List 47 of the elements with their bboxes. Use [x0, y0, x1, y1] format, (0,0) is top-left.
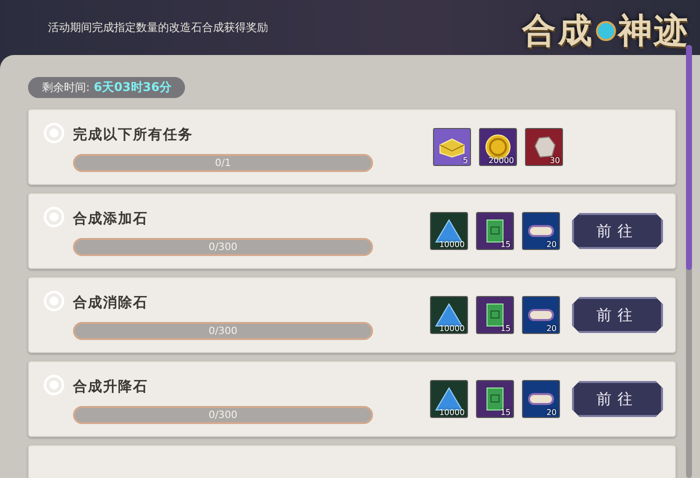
reward-count: 20	[546, 408, 557, 417]
reward-item[interactable]: 20	[522, 296, 560, 334]
scrollbar-track[interactable]	[686, 45, 692, 478]
scrollbar-thumb[interactable]	[686, 45, 692, 270]
reward-item[interactable]: 20	[522, 212, 560, 250]
progress-text: 0/300	[208, 410, 238, 420]
task-title: 合成添加石	[73, 210, 149, 228]
timer-label: 剩余时间:	[42, 80, 90, 95]
progress-text: 0/300	[208, 326, 238, 336]
reward-item[interactable]: 30	[525, 128, 563, 166]
reward-count: 20	[546, 324, 557, 333]
task-title: 完成以下所有任务	[73, 126, 194, 144]
reward-item[interactable]: 20	[522, 380, 560, 418]
reward-count: 15	[500, 240, 511, 249]
reward-item[interactable]: 5	[433, 128, 471, 166]
progress-text: 0/1	[214, 158, 232, 168]
progress-text: 0/300	[208, 242, 238, 252]
task-title: 合成消除石	[73, 294, 149, 312]
reward-item[interactable]: 10000	[430, 212, 468, 250]
reward-count: 20	[546, 240, 557, 249]
reward-count: 5	[462, 156, 468, 165]
target-icon	[43, 290, 65, 312]
target-icon	[43, 374, 65, 396]
event-title: 神迹	[618, 10, 690, 53]
event-description: 活动期间完成指定数量的改造石合成获得奖励	[48, 20, 268, 35]
go-button[interactable]: 前往	[572, 297, 663, 333]
target-icon	[43, 122, 65, 144]
go-button[interactable]: 前往	[572, 213, 663, 249]
reward-count: 10000	[439, 408, 465, 417]
go-button[interactable]: 前往	[572, 381, 663, 417]
reward-item[interactable]: 10000	[430, 296, 468, 334]
reward-count: 20000	[488, 156, 514, 165]
task-title: 合成升降石	[73, 378, 149, 396]
reward-count: 10000	[439, 324, 465, 333]
timer-value: 6天03时36分	[94, 79, 172, 96]
reward-item[interactable]: 10000	[430, 380, 468, 418]
reward-item[interactable]: 15	[476, 296, 514, 334]
reward-count: 30	[550, 156, 560, 165]
orb-icon	[596, 21, 616, 41]
target-icon	[43, 206, 65, 228]
reward-count: 15	[500, 324, 511, 333]
reward-item[interactable]: 15	[476, 380, 514, 418]
reward-item[interactable]: 15	[476, 212, 514, 250]
reward-count: 10000	[439, 240, 465, 249]
reward-count: 15	[500, 408, 511, 417]
event-title: 合成	[522, 10, 594, 53]
reward-item[interactable]: 20000	[479, 128, 517, 166]
